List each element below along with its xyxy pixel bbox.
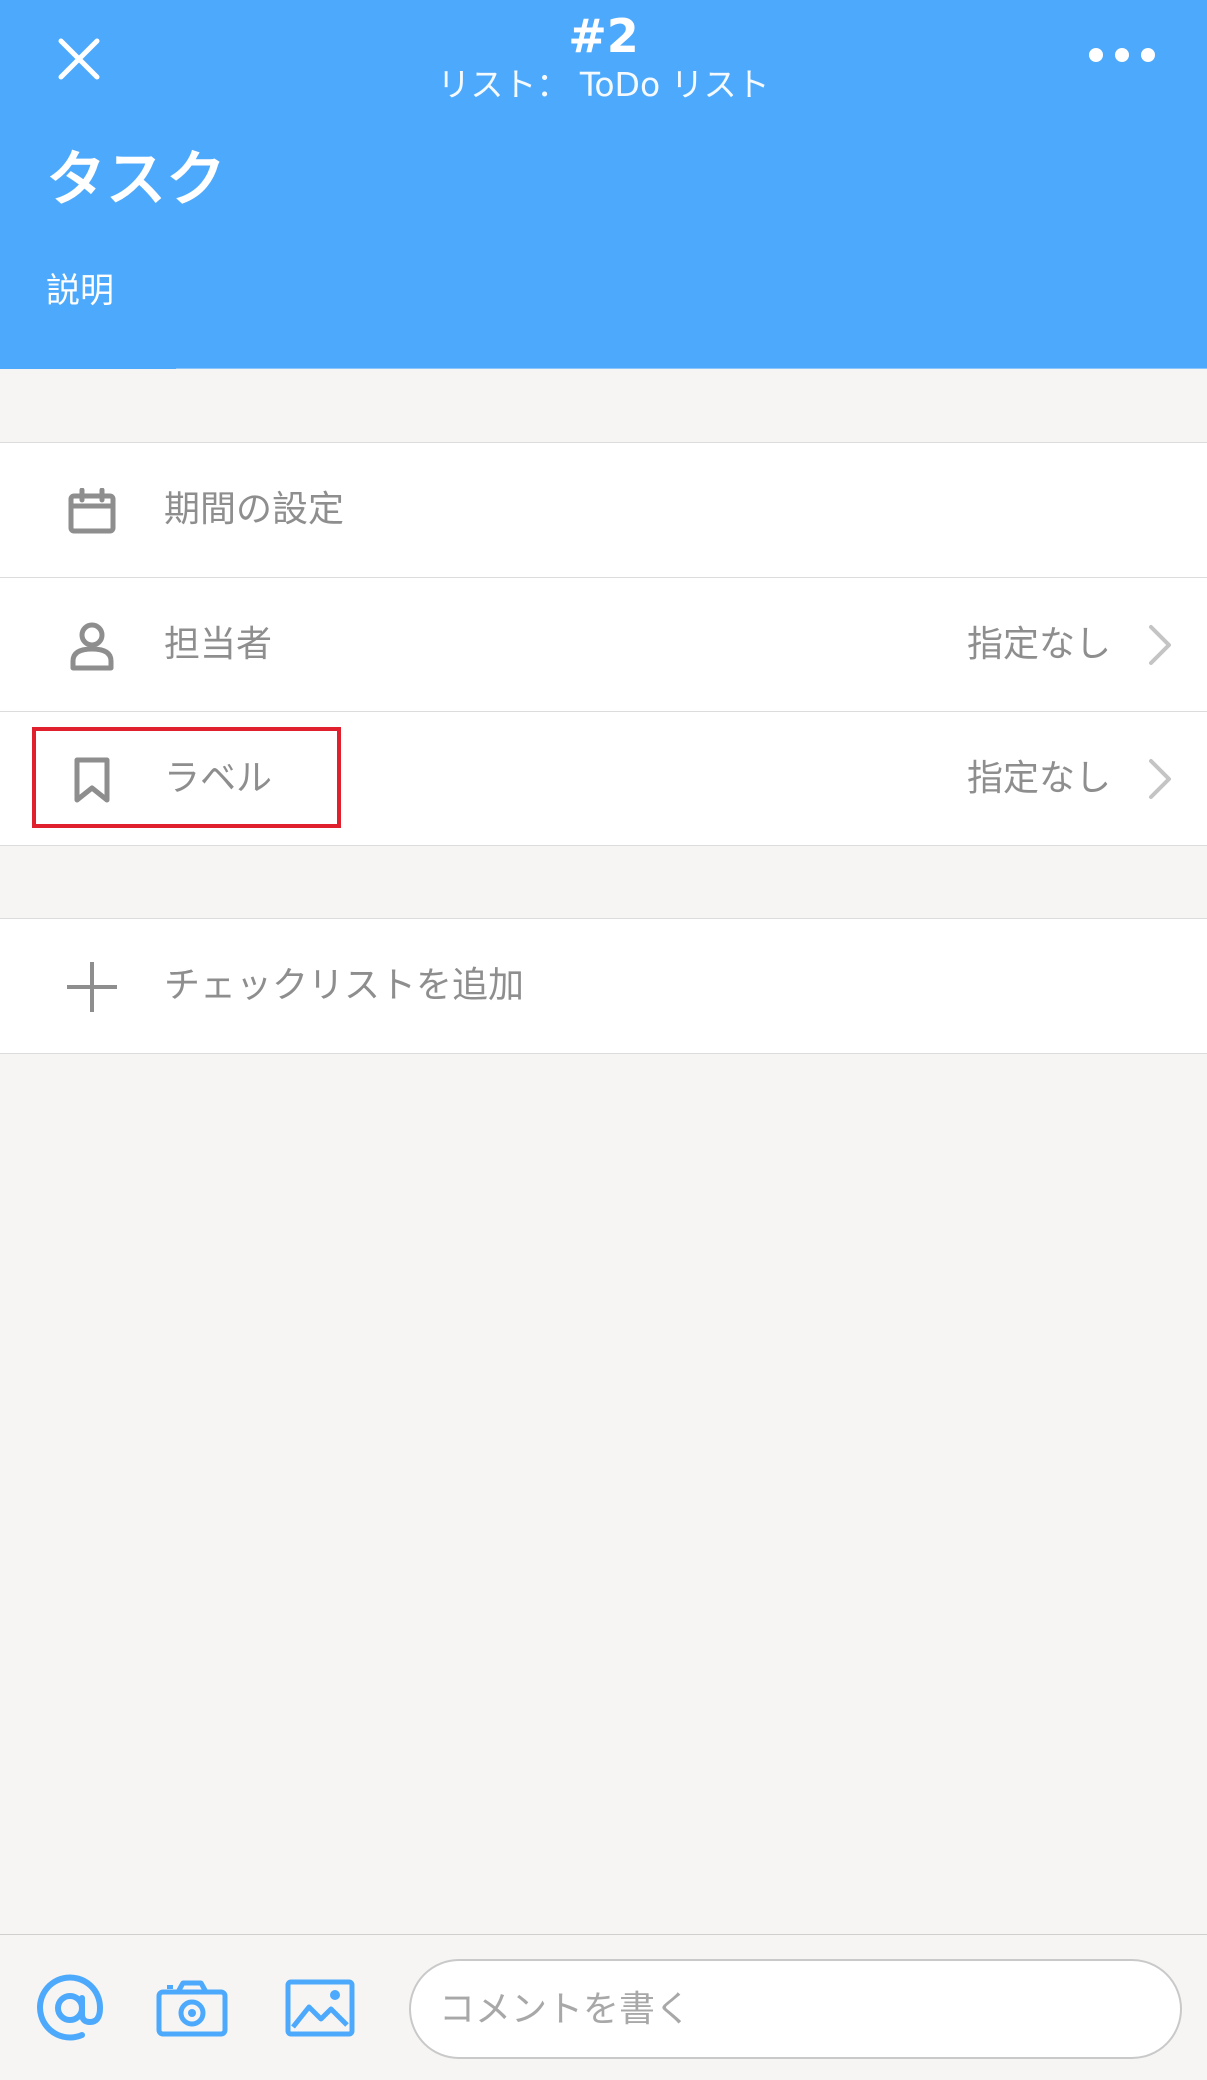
- row-assignee-label: 担当者: [164, 624, 273, 665]
- row-label-value: 指定なし: [966, 758, 1111, 799]
- image-icon: [285, 1979, 355, 2037]
- row-label-label: ラベル: [164, 758, 273, 799]
- task-header: #2 リスト： ToDo リスト タスク 説明: [0, 0, 1207, 369]
- person-icon: [64, 620, 120, 672]
- more-icon: [1089, 48, 1155, 62]
- row-label[interactable]: ラベル 指定なし: [0, 711, 1207, 845]
- row-period-label: 期間の設定: [164, 489, 345, 530]
- checklist-group: チェックリストを追加: [0, 918, 1207, 1054]
- task-title[interactable]: タスク: [46, 142, 226, 218]
- list-caption: リスト： ToDo リスト: [437, 65, 770, 104]
- bookmark-icon: [64, 754, 120, 806]
- row-period[interactable]: 期間の設定: [0, 443, 1207, 577]
- add-checklist-label: チェックリストを追加: [164, 965, 525, 1006]
- row-assignee-value: 指定なし: [966, 624, 1111, 665]
- task-number: #2: [568, 9, 639, 63]
- mention-button[interactable]: [30, 1973, 110, 2043]
- at-icon: [37, 1974, 104, 2041]
- plus-icon: [64, 961, 120, 1013]
- description-field[interactable]: 説明: [46, 268, 114, 314]
- header-divider: [176, 368, 1207, 369]
- chevron-right-icon: [1149, 759, 1171, 799]
- image-button[interactable]: [280, 1973, 360, 2043]
- more-button[interactable]: [1077, 30, 1167, 80]
- camera-icon: [156, 1980, 228, 2037]
- camera-button[interactable]: [152, 1973, 232, 2043]
- comment-input[interactable]: [409, 1959, 1182, 2059]
- calendar-icon: [64, 485, 120, 537]
- task-settings-group: 期間の設定 担当者 指定なし ラベル 指定なし: [0, 442, 1207, 846]
- row-assignee[interactable]: 担当者 指定なし: [0, 577, 1207, 711]
- add-checklist-button[interactable]: チェックリストを追加: [0, 919, 1207, 1053]
- comment-bar: [0, 1934, 1207, 2080]
- chevron-right-icon: [1149, 625, 1171, 665]
